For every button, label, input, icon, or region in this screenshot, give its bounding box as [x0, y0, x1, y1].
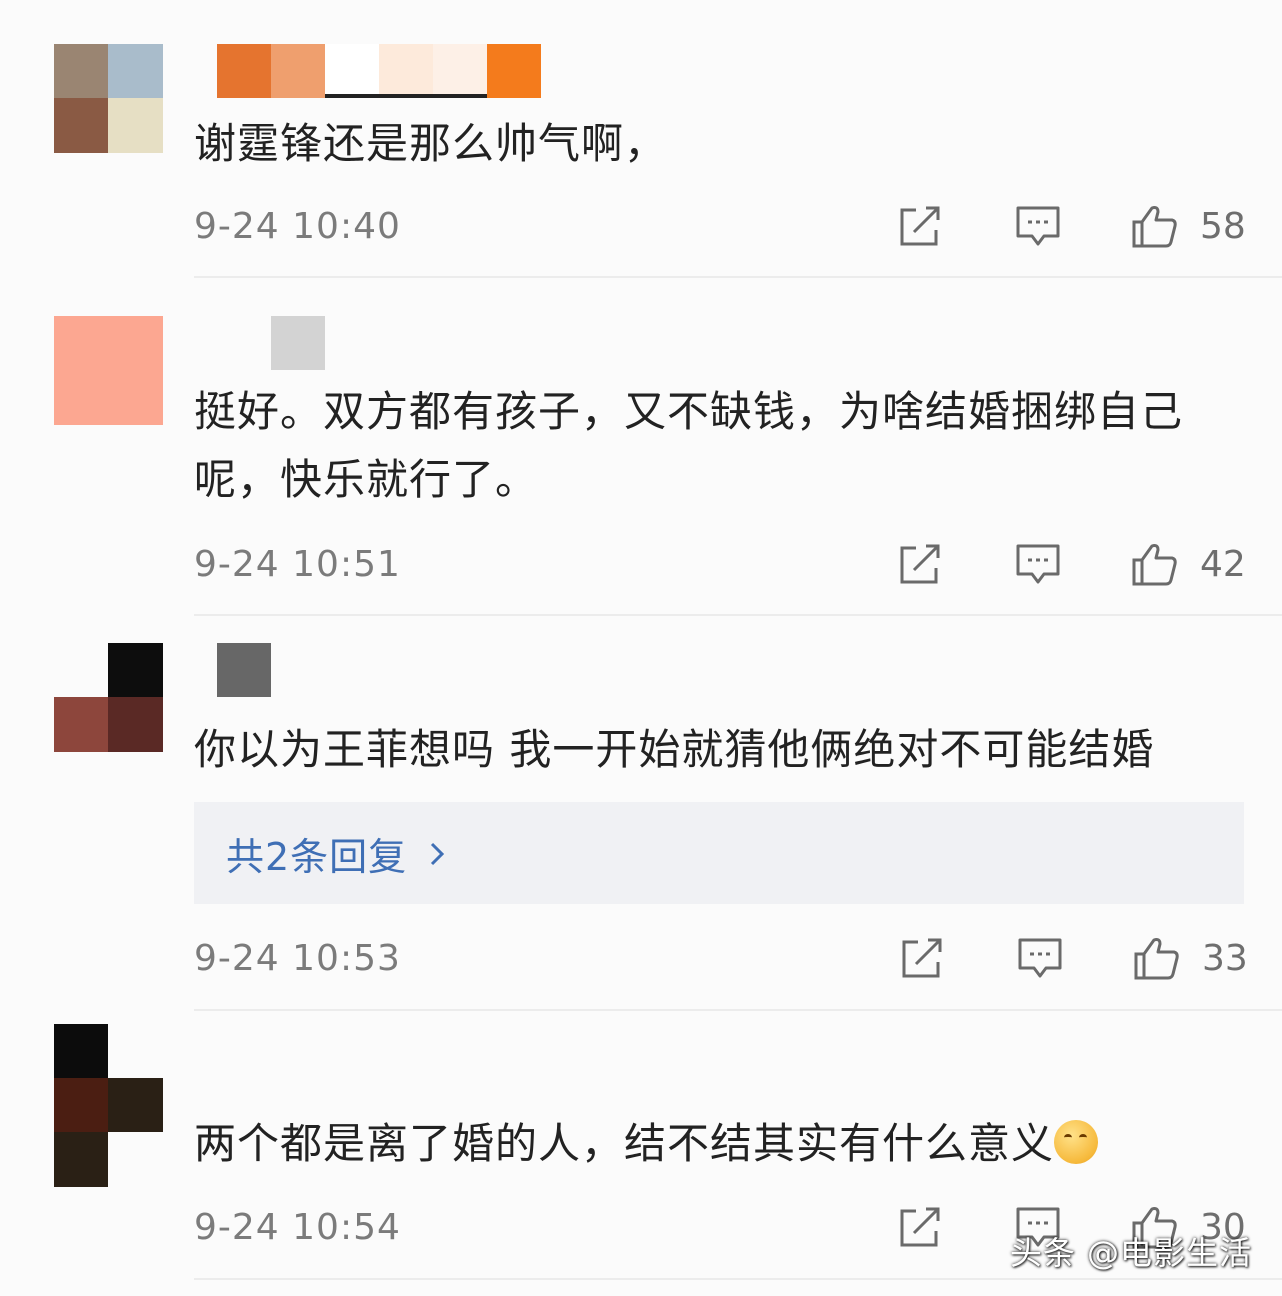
share-icon[interactable]	[896, 202, 944, 250]
username-mosaic[interactable]	[217, 643, 271, 697]
comment-icon[interactable]	[1014, 540, 1062, 588]
share-icon[interactable]	[896, 540, 944, 588]
comment-icon[interactable]	[1014, 202, 1062, 250]
chevron-right-icon	[426, 830, 450, 878]
comment-text: 你以为王菲想吗 我一开始就猜他俩绝对不可能结婚	[194, 725, 1155, 774]
username-mosaic[interactable]	[217, 44, 541, 98]
divider	[194, 1278, 1282, 1280]
watermark: 头条 @电影生活	[1009, 1234, 1252, 1272]
timestamp: 9-24 10:40	[194, 206, 401, 247]
view-replies-link[interactable]: 共2条回复	[226, 826, 407, 881]
thumbs-up-icon[interactable]	[1132, 934, 1180, 982]
timestamp: 9-24 10:54	[194, 1207, 401, 1248]
avatar[interactable]	[54, 44, 163, 153]
comment-icon[interactable]	[1016, 934, 1064, 982]
like-count: 42	[1200, 544, 1246, 585]
face-emoji-icon	[1054, 1120, 1099, 1164]
reply-box[interactable]: 共2条回复	[194, 802, 1244, 904]
like-count: 33	[1202, 938, 1248, 979]
avatar[interactable]	[54, 643, 163, 752]
timestamp: 9-24 10:53	[194, 938, 401, 979]
comment-text: 挺好。双方都有孩子，又不缺钱，为啥结婚捆绑自己呢，快乐就行了。	[194, 387, 1184, 504]
comment-text: 两个都是离了婚的人，结不结其实有什么意义	[194, 1110, 1254, 1178]
avatar[interactable]	[54, 316, 163, 425]
comment-text-content: 两个都是离了婚的人，结不结其实有什么意义	[194, 1119, 1055, 1168]
comment-text: 谢霆锋还是那么帅气啊，	[194, 119, 668, 168]
divider	[194, 276, 1282, 278]
comment-list: 谢霆锋还是那么帅气啊， 9-24 10:40 58 挺好。双方都有孩子，又不缺钱…	[0, 0, 1282, 1296]
share-icon[interactable]	[896, 1203, 944, 1251]
comment-meta: 9-24 10:53 33	[194, 934, 1248, 984]
comment-meta: 9-24 10:40 58	[194, 202, 1246, 252]
thumbs-up-icon[interactable]	[1130, 202, 1178, 250]
divider	[194, 1009, 1282, 1011]
divider	[194, 614, 1282, 616]
comment-meta: 9-24 10:51 42	[194, 540, 1246, 590]
avatar[interactable]	[54, 1024, 163, 1187]
share-icon[interactable]	[898, 934, 946, 982]
like-count: 58	[1200, 206, 1246, 247]
timestamp: 9-24 10:51	[194, 544, 401, 585]
thumbs-up-icon[interactable]	[1130, 540, 1178, 588]
username-mosaic[interactable]	[217, 316, 325, 370]
